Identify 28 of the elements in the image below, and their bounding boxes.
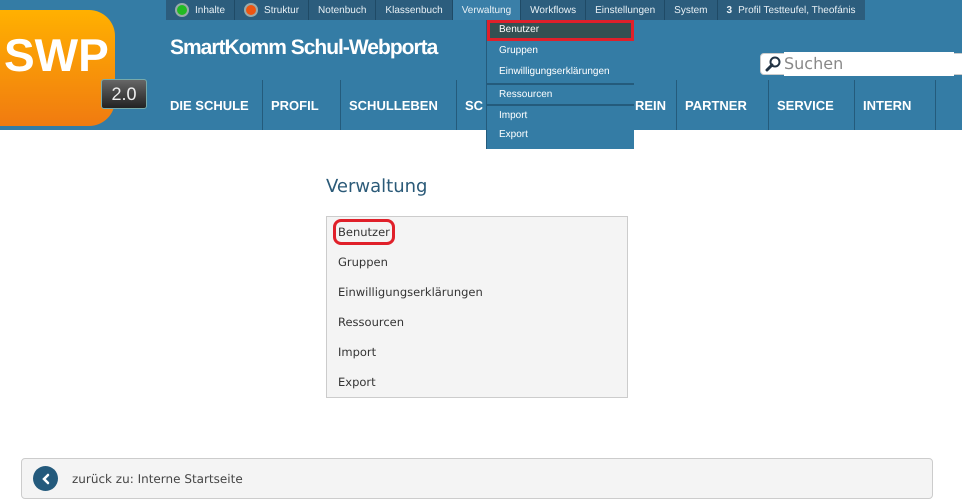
back-link[interactable]: zurück zu: Interne Startseite (72, 470, 243, 488)
menu-item[interactable]: 3 Profil Testteufel, Theofánis (716, 0, 865, 20)
list-link[interactable]: Benutzer (336, 222, 392, 242)
dropdown-item[interactable]: Ressourcen (487, 83, 634, 104)
list-link[interactable]: Einwilligungserklärungen (336, 282, 485, 302)
menu-item[interactable]: Notenbuch (308, 0, 376, 20)
dropdown-item[interactable]: Export (487, 125, 634, 146)
menu-label: Struktur (264, 4, 300, 16)
list-link[interactable]: Import (336, 342, 378, 362)
version-badge: 2.0 (101, 79, 147, 109)
list-link[interactable]: Ressourcen (336, 312, 406, 332)
site-title: SmartKomm Schul-Webporta (170, 36, 438, 60)
search-icon (765, 56, 781, 72)
menu-label: Inhalte (195, 4, 226, 16)
list-link[interactable]: Gruppen (336, 252, 390, 272)
dropdown-item[interactable]: Gruppen (487, 41, 634, 62)
menu-item[interactable]: System (664, 0, 716, 20)
back-button[interactable] (33, 466, 58, 491)
menu-item[interactable]: Verwaltung (452, 0, 520, 20)
menu-item[interactable]: Inhalte (166, 0, 234, 20)
menu-item[interactable]: Struktur (234, 0, 308, 20)
chevron-left-icon (40, 472, 50, 484)
list-link[interactable]: Export (336, 372, 378, 392)
page-heading: Verwaltung (326, 176, 428, 198)
dropdown-item[interactable]: Import (487, 104, 634, 125)
dropdown-item[interactable]: Benutzer (487, 20, 634, 41)
search-field[interactable]: Suchen (760, 53, 962, 75)
dropdown-item[interactable]: Einwilligungserklärungen (487, 62, 634, 83)
